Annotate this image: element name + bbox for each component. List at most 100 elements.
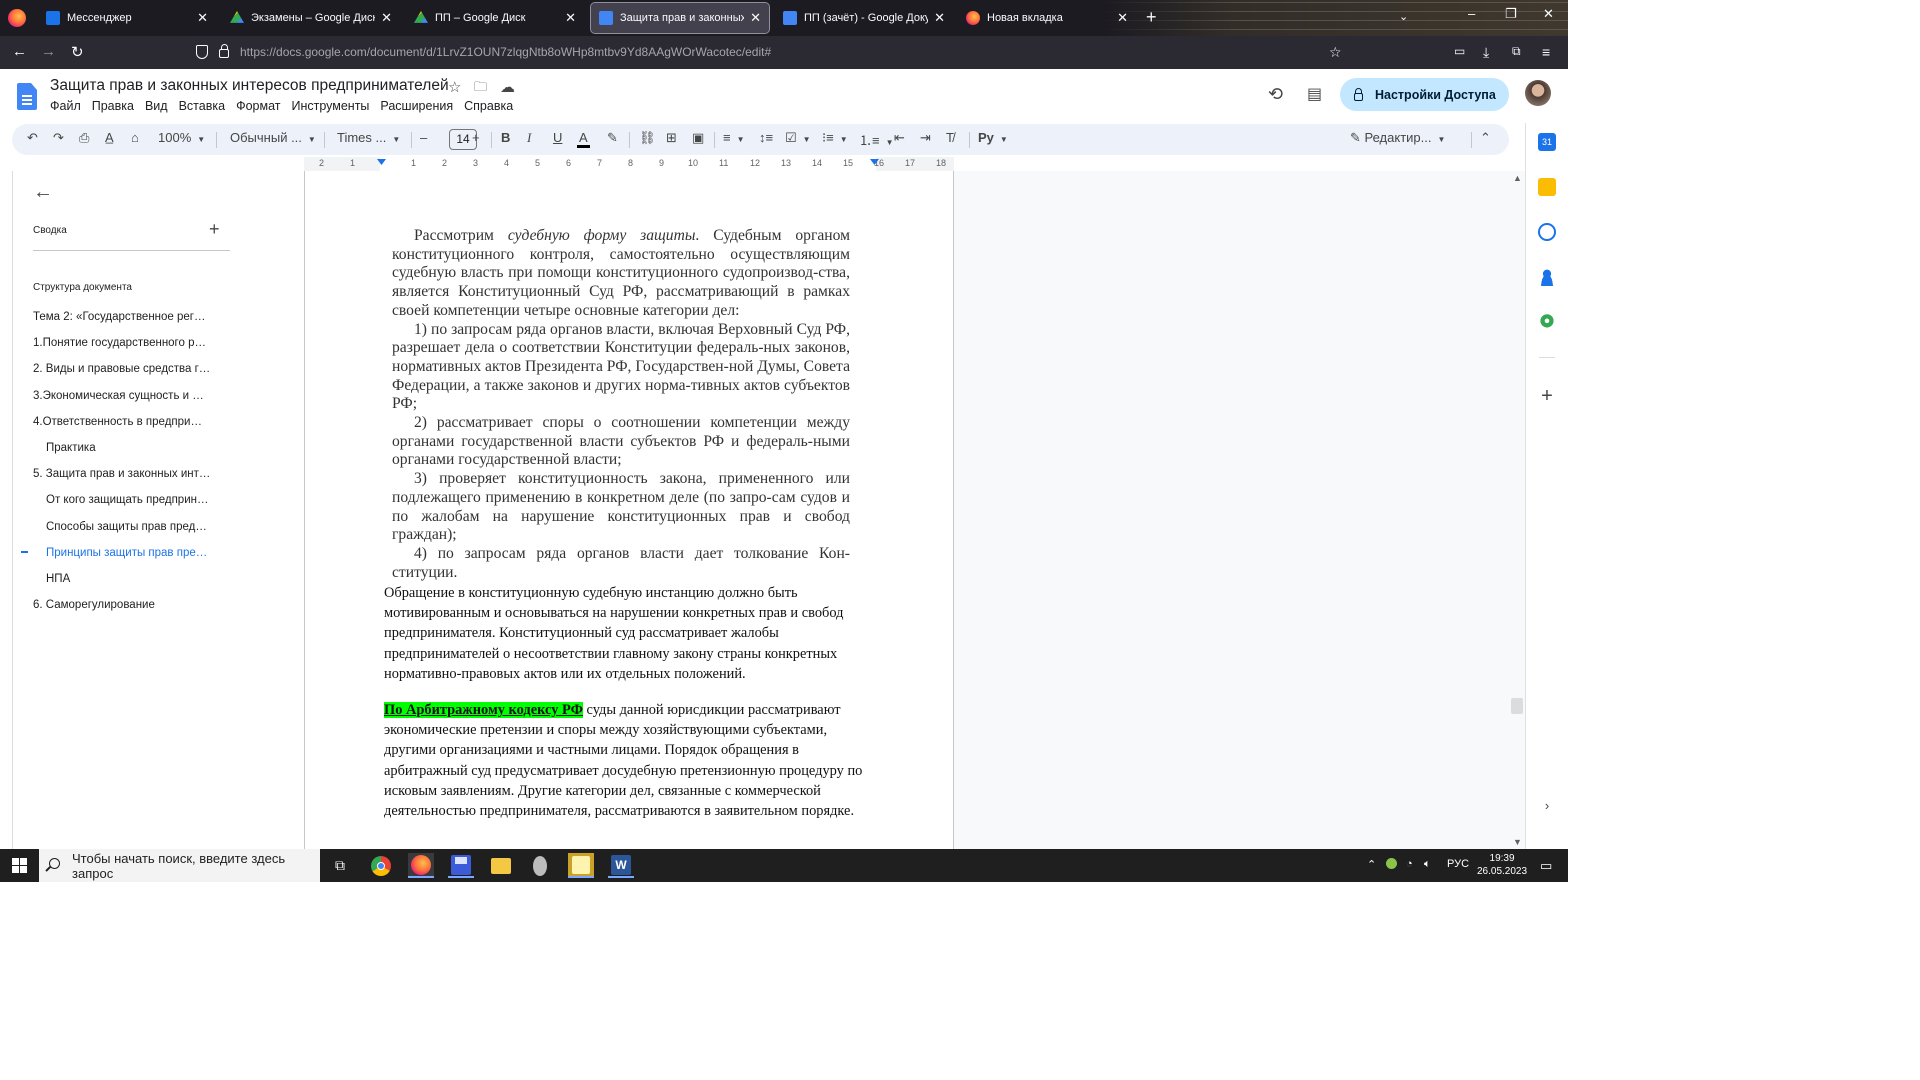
menu-help[interactable]: Справка (464, 99, 513, 113)
get-addons-icon[interactable]: + (1538, 386, 1556, 406)
app-taskbar-icon[interactable] (527, 853, 553, 878)
text-color-icon[interactable]: A (577, 130, 590, 148)
font-select[interactable]: Times ... ▼ (337, 130, 400, 145)
file-explorer-icon[interactable] (488, 853, 514, 878)
wifi-icon[interactable]: ◔ (1406, 858, 1413, 870)
decrease-indent-icon[interactable]: ⇤ (894, 130, 905, 146)
clear-formatting-icon[interactable]: T̸ (946, 130, 954, 145)
show-side-panel-icon[interactable]: › (1538, 798, 1556, 816)
editing-mode-select[interactable]: ✎ Редактир... ▼ (1350, 130, 1445, 146)
bookmark-star-icon[interactable]: ☆ (1329, 44, 1342, 61)
scroll-up-icon[interactable]: ▲ (1513, 173, 1522, 183)
outline-item[interactable]: 6. Саморегулирование (33, 599, 218, 611)
insert-link-icon[interactable]: ⛓ (639, 130, 656, 146)
document-page[interactable]: Рассмотрим судебную форму защиты. Судебн… (304, 171, 954, 849)
menu-edit[interactable]: Правка (92, 99, 134, 113)
bold-icon[interactable]: B (501, 130, 510, 145)
tracking-protection-icon[interactable] (196, 45, 208, 59)
outline-item[interactable]: Практика (46, 442, 231, 454)
outline-item[interactable]: 5. Защита прав и законных инт… (33, 468, 218, 480)
insert-image-icon[interactable]: ▣ (692, 130, 704, 146)
language-indicator[interactable]: РУС (1447, 858, 1469, 870)
maps-icon[interactable] (1538, 314, 1556, 332)
menu-insert[interactable]: Вставка (179, 99, 225, 113)
back-icon[interactable]: ← (12, 43, 27, 60)
star-icon[interactable]: ☆ (448, 78, 461, 96)
notifications-icon[interactable]: ▭ (1540, 858, 1552, 874)
menu-format[interactable]: Формат (236, 99, 280, 113)
show-hidden-icons-icon[interactable]: ⌃ (1367, 858, 1376, 871)
pocket-icon[interactable]: ▭ (1454, 44, 1465, 58)
outline-item[interactable]: 2. Виды и правовые средства г… (33, 363, 218, 375)
outline-item[interactable]: От кого защищать предприн… (46, 494, 231, 506)
italic-icon[interactable]: I (527, 130, 531, 146)
app-menu-icon[interactable]: ≡ (1542, 44, 1550, 60)
browser-tab[interactable]: ПП (зачёт) - Google Документ ✕ (775, 3, 953, 33)
close-outline-icon[interactable]: ← (33, 181, 53, 204)
forward-icon[interactable]: → (41, 43, 56, 60)
highlight-icon[interactable]: ✎ (607, 130, 618, 146)
undo-icon[interactable]: ↶ (27, 130, 38, 146)
list-all-tabs-icon[interactable]: ⌄ (1399, 10, 1408, 23)
menu-extensions[interactable]: Расширения (380, 99, 453, 113)
numbered-list-icon[interactable]: ⒈≡ ▼ (859, 130, 894, 149)
paint-format-icon[interactable]: ⌂ (131, 130, 139, 145)
close-tab-icon[interactable]: ✕ (1117, 10, 1128, 26)
outline-item[interactable]: 4.Ответственность в предпри… (33, 416, 218, 428)
outline-item[interactable]: Принципы защиты прав пре… (46, 547, 231, 559)
restore-icon[interactable]: ❐ (1505, 6, 1517, 22)
comments-icon[interactable]: ▤ (1307, 84, 1322, 104)
share-button[interactable]: Настройки Доступа (1340, 78, 1509, 111)
add-comment-icon[interactable]: ⊞ (666, 130, 677, 146)
reload-icon[interactable]: ↻ (71, 43, 84, 61)
save-app-icon[interactable] (448, 853, 474, 878)
align-icon[interactable]: ≡ ▼ (723, 130, 745, 145)
spellcheck-icon[interactable]: A̲ (105, 130, 114, 145)
task-view-icon[interactable]: ⧉ (327, 853, 353, 878)
calendar-icon[interactable]: 31 (1538, 133, 1556, 151)
underline-icon[interactable]: U (553, 130, 562, 145)
document-title[interactable]: Защита прав и законных интересов предпри… (50, 77, 449, 95)
browser-tab-active[interactable]: Защита прав и законных интере ✕ (590, 2, 770, 34)
status-tray-icon[interactable] (1386, 858, 1397, 872)
close-tab-icon[interactable]: ✕ (934, 10, 945, 26)
browser-tab[interactable]: Экзамены – Google Диск ✕ (222, 3, 400, 33)
decrease-font-size-icon[interactable]: – (420, 130, 427, 145)
avatar[interactable] (1525, 80, 1551, 106)
line-spacing-icon[interactable]: ↕≡ (759, 130, 773, 145)
cloud-saved-icon[interactable]: ☁ (500, 78, 515, 96)
menu-file[interactable]: Файл (50, 99, 81, 113)
browser-tab[interactable]: Новая вкладка ✕ (958, 3, 1136, 33)
windows-start-icon[interactable] (12, 858, 27, 873)
hide-menus-icon[interactable]: ⌃ (1480, 130, 1491, 146)
docs-logo-icon[interactable] (17, 83, 37, 110)
input-tools-icon[interactable]: Pу ▼ (978, 130, 1008, 145)
close-tab-icon[interactable]: ✕ (565, 10, 576, 26)
browser-tab[interactable]: ПП – Google Диск ✕ (406, 3, 584, 33)
word-icon[interactable]: W (608, 853, 634, 878)
menu-view[interactable]: Вид (145, 99, 168, 113)
outline-item[interactable]: Тема 2: «Государственное рег… (33, 311, 218, 323)
checklist-icon[interactable]: ☑ ▼ (785, 130, 811, 146)
scrollbar-thumb[interactable] (1511, 698, 1523, 714)
menu-tools[interactable]: Инструменты (291, 99, 369, 113)
volume-icon[interactable]: 🔈︎ (1424, 858, 1431, 871)
close-tab-icon[interactable]: ✕ (197, 10, 208, 26)
bulleted-list-icon[interactable]: ⁝≡ ▼ (822, 130, 848, 146)
zoom-select[interactable]: 100% ▼ (158, 130, 205, 145)
minimize-icon[interactable]: – (1468, 6, 1475, 21)
vertical-scrollbar[interactable]: ▲ ▼ (1511, 171, 1525, 849)
outline-item[interactable]: Способы защиты прав пред… (46, 521, 231, 533)
print-icon[interactable]: ⎙ (79, 130, 89, 146)
style-select[interactable]: Обычный ... ▼ (230, 130, 316, 145)
taskbar-search[interactable]: Чтобы начать поиск, введите здесь запрос (39, 849, 320, 882)
site-lock-icon[interactable] (219, 44, 229, 58)
increase-indent-icon[interactable]: ⇥ (920, 130, 931, 146)
contacts-icon[interactable] (1538, 268, 1556, 286)
downloads-icon[interactable]: ⤓ (1483, 44, 1489, 61)
chrome-icon[interactable] (368, 853, 394, 878)
pinned-app-icon[interactable] (568, 853, 594, 878)
close-tab-icon[interactable]: ✕ (381, 10, 392, 26)
firefox-taskbar-icon[interactable] (408, 853, 434, 878)
keep-icon[interactable] (1538, 178, 1556, 196)
